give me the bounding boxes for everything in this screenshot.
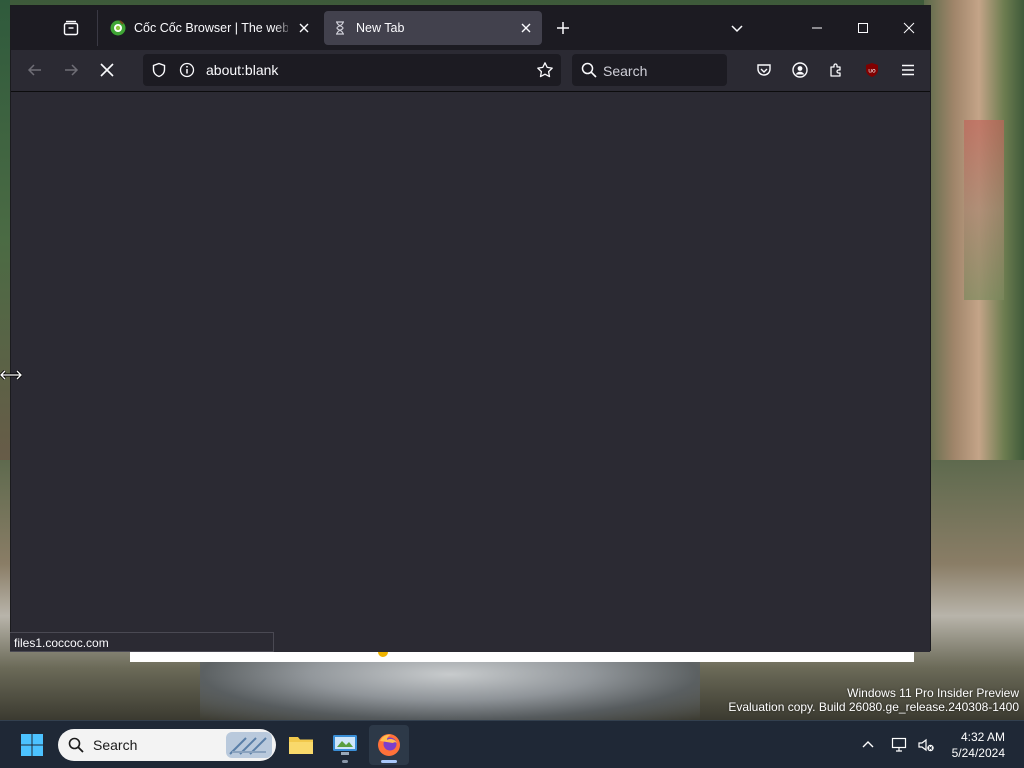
volume-button[interactable] bbox=[914, 733, 938, 757]
arrow-left-icon bbox=[27, 64, 41, 76]
arrow-right-icon bbox=[65, 64, 79, 76]
svg-text:uo: uo bbox=[868, 68, 876, 75]
windows-logo-icon bbox=[21, 734, 43, 756]
ublock-origin-button[interactable]: uo bbox=[856, 54, 888, 86]
back-button[interactable] bbox=[19, 54, 51, 86]
search-input[interactable]: Search bbox=[603, 63, 647, 79]
wallpaper-reflection bbox=[200, 655, 700, 720]
clock[interactable]: 4:32 AM 5/24/2024 bbox=[952, 729, 1005, 761]
bookmark-star-button[interactable] bbox=[536, 61, 554, 82]
firefox-window: Cốc Cốc Browser | The web bro New Tab bbox=[10, 5, 931, 652]
stop-icon bbox=[100, 63, 114, 77]
search-engine-button[interactable] bbox=[581, 62, 597, 81]
folder-icon bbox=[289, 737, 313, 754]
taskbar-search[interactable]: Search bbox=[58, 729, 276, 761]
network-disconnected-icon bbox=[891, 737, 907, 752]
tab-new-tab[interactable]: New Tab bbox=[324, 11, 542, 45]
watermark-line-2: Evaluation copy. Build 26080.ge_release.… bbox=[728, 700, 1019, 714]
background-window-edge bbox=[130, 652, 914, 662]
remote-desktop-button[interactable] bbox=[325, 725, 365, 765]
forward-button[interactable] bbox=[55, 54, 87, 86]
firefox-view-icon bbox=[63, 20, 79, 36]
coccoc-favicon-icon bbox=[110, 20, 126, 36]
wallpaper-rock bbox=[964, 120, 1004, 300]
ublock-icon: uo bbox=[866, 63, 878, 77]
search-icon bbox=[68, 737, 84, 753]
clock-date: 5/24/2024 bbox=[951, 746, 1005, 760]
taskbar: Search 4:32 AM 5/24/2024 bbox=[0, 720, 1024, 768]
hourglass-icon bbox=[336, 21, 344, 35]
tab-coccoc[interactable]: Cốc Cốc Browser | The web bro bbox=[102, 11, 320, 45]
maximize-button[interactable] bbox=[840, 6, 886, 50]
tab-separator bbox=[97, 10, 98, 46]
file-explorer-button[interactable] bbox=[281, 725, 321, 765]
maximize-icon bbox=[858, 23, 868, 33]
tab-title: Cốc Cốc Browser | The web bro bbox=[134, 21, 288, 35]
tab-close-button[interactable] bbox=[518, 20, 534, 36]
pocket-button[interactable] bbox=[748, 54, 780, 86]
close-window-button[interactable] bbox=[886, 6, 932, 50]
page-content[interactable] bbox=[11, 91, 930, 652]
network-button[interactable] bbox=[888, 733, 912, 757]
url-text[interactable]: about:blank bbox=[206, 62, 278, 78]
chevron-up-icon bbox=[862, 741, 874, 748]
windows-watermark: Windows 11 Pro Insider Preview Evaluatio… bbox=[728, 686, 1019, 714]
account-icon bbox=[792, 62, 808, 78]
search-highlight-icon bbox=[226, 732, 272, 758]
plus-icon bbox=[557, 22, 569, 34]
puzzle-icon bbox=[830, 63, 841, 77]
tab-close-button[interactable] bbox=[296, 20, 312, 36]
minimize-icon bbox=[812, 27, 822, 29]
pocket-icon bbox=[757, 64, 771, 76]
close-icon bbox=[521, 23, 531, 33]
app-menu-button[interactable] bbox=[892, 54, 924, 86]
new-tab-button[interactable] bbox=[548, 13, 578, 43]
stop-button[interactable] bbox=[91, 54, 123, 86]
status-panel: files1.coccoc.com bbox=[10, 632, 274, 652]
show-hidden-icons-button[interactable] bbox=[856, 733, 880, 757]
close-icon bbox=[903, 22, 915, 34]
close-icon bbox=[299, 23, 309, 33]
search-icon bbox=[581, 62, 597, 78]
list-all-tabs-button[interactable] bbox=[723, 14, 751, 42]
search-bar[interactable]: Search bbox=[572, 54, 727, 86]
extensions-button[interactable] bbox=[820, 54, 852, 86]
tab-title: New Tab bbox=[356, 21, 405, 35]
minimize-button[interactable] bbox=[794, 6, 840, 50]
info-icon bbox=[179, 62, 195, 78]
firefox-taskbar-button[interactable] bbox=[369, 725, 409, 765]
watermark-line-1: Windows 11 Pro Insider Preview bbox=[847, 686, 1019, 700]
shield-icon bbox=[152, 62, 166, 78]
tab-bar: Cốc Cốc Browser | The web bro New Tab bbox=[11, 6, 930, 50]
url-bar[interactable]: about:blank bbox=[143, 54, 561, 86]
account-button[interactable] bbox=[784, 54, 816, 86]
chevron-down-icon bbox=[731, 25, 743, 33]
speaker-muted-icon bbox=[918, 738, 934, 752]
taskbar-search-placeholder: Search bbox=[93, 737, 138, 753]
start-button[interactable] bbox=[14, 729, 50, 761]
firefox-view-button[interactable] bbox=[53, 10, 89, 46]
star-icon bbox=[537, 62, 553, 78]
site-info-button[interactable] bbox=[179, 62, 195, 81]
firefox-icon bbox=[378, 734, 400, 756]
clock-time: 4:32 AM bbox=[960, 730, 1005, 744]
monitor-app-icon bbox=[333, 735, 357, 755]
hamburger-menu-icon bbox=[902, 64, 914, 76]
navigation-toolbar: about:blank Search uo bbox=[11, 50, 930, 90]
resize-cursor-icon bbox=[0, 369, 22, 381]
tracking-protection-button[interactable] bbox=[151, 62, 167, 81]
